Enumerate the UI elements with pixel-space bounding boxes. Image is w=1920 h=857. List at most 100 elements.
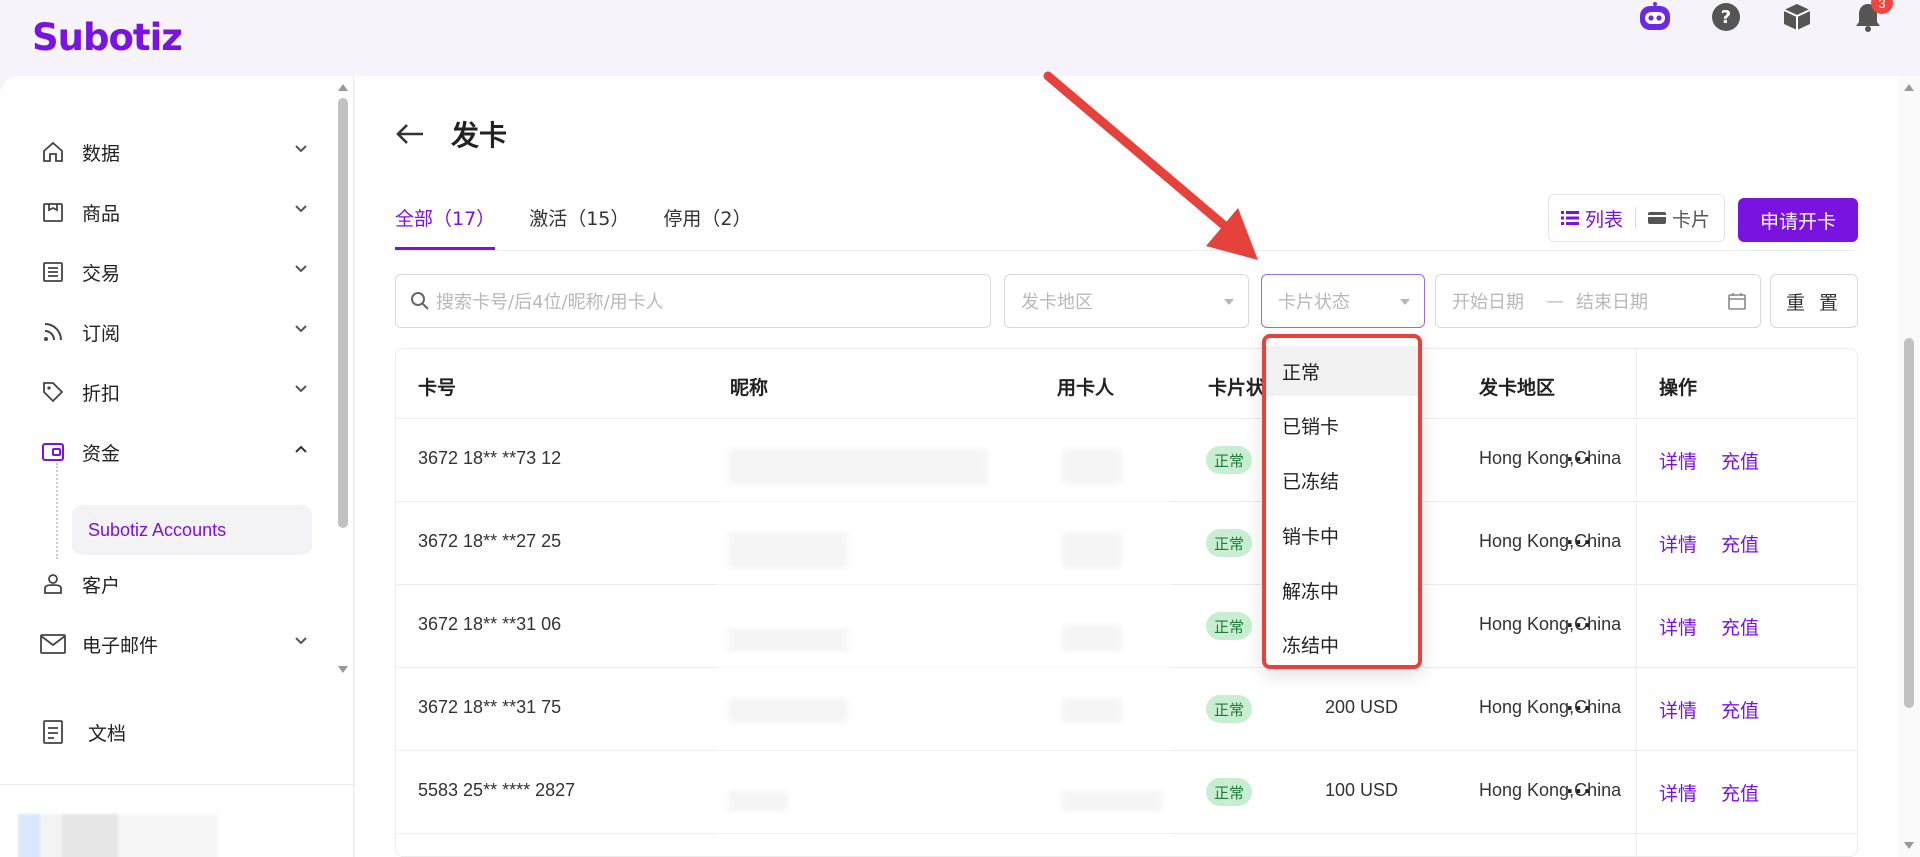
more-icon[interactable]: ··· [1566, 613, 1592, 637]
status-badge: 正常 [1206, 778, 1253, 806]
detail-link[interactable]: 详情 [1659, 613, 1697, 640]
user-icon [38, 569, 68, 599]
detail-link[interactable]: 详情 [1659, 447, 1697, 474]
svg-text:?: ? [1721, 7, 1731, 28]
chevron-down-icon [295, 205, 307, 213]
recharge-link[interactable]: 充值 [1721, 779, 1759, 806]
dropdown-option-freezing[interactable]: 冻结中 [1266, 619, 1418, 669]
top-bar: Subotiz ? 3 [0, 0, 1920, 76]
page-scrollbar[interactable] [1898, 76, 1920, 857]
chevron-down-icon [295, 265, 307, 273]
view-toggle: 列表 卡片 [1548, 194, 1725, 242]
status-badge: 正常 [1206, 529, 1253, 557]
date-range-picker[interactable]: 开始日期 — 结束日期 [1435, 274, 1761, 328]
tab-active[interactable]: 激活（15） [529, 204, 629, 250]
assistant-bot-icon[interactable] [1638, 0, 1672, 34]
header-nickname: 昵称 [730, 377, 769, 399]
sidebar-item-products[interactable]: 商品 [38, 190, 308, 234]
more-icon[interactable]: ··· [1566, 447, 1592, 471]
package-icon[interactable] [1780, 0, 1814, 34]
bell-icon[interactable]: 3 [1851, 0, 1893, 34]
page-scroll-thumb[interactable] [1904, 338, 1914, 708]
start-date-input[interactable]: 开始日期 [1452, 288, 1524, 314]
sidebar-item-discounts[interactable]: 折扣 [38, 370, 308, 414]
dropdown-option-cancelling[interactable]: 销卡中 [1266, 510, 1418, 560]
cell-region: Hong Kong,China [1479, 448, 1622, 468]
rss-icon [38, 317, 68, 347]
cell-region: Hong Kong,China [1479, 614, 1622, 634]
detail-link[interactable]: 详情 [1659, 779, 1697, 806]
cards-table: 卡号 昵称 用卡人 卡片状 发卡地区 操作 3672 18** **73 12 … [395, 348, 1858, 857]
chevron-up-icon [295, 445, 307, 453]
view-card-button[interactable]: 卡片 [1636, 195, 1722, 241]
user-profile-blurred[interactable] [18, 814, 218, 857]
sidebar-item-funds[interactable]: 资金 [38, 430, 308, 474]
sidebar-item-subscriptions[interactable]: 订阅 [38, 310, 308, 354]
sidebar-item-label: 资金 [82, 442, 121, 465]
cell-card-no: 3672 18** **31 06 [418, 614, 562, 634]
dropdown-option-normal[interactable]: 正常 [1266, 346, 1418, 396]
header-holder: 用卡人 [1057, 377, 1115, 399]
sidebar-item-label: 交易 [82, 262, 121, 285]
more-icon[interactable]: ··· [1566, 779, 1592, 803]
region-select[interactable]: 发卡地区 [1004, 274, 1249, 328]
dropdown-option-cancelled[interactable]: 已销卡 [1266, 400, 1418, 450]
search-icon [411, 292, 429, 310]
sidebar-scrollbar[interactable] [334, 76, 352, 681]
tab-all[interactable]: 全部（17） [395, 204, 496, 250]
card-view-icon [1648, 212, 1667, 224]
detail-link[interactable]: 详情 [1659, 696, 1697, 723]
recharge-link[interactable]: 充值 [1721, 530, 1759, 557]
page-header: 发卡 [395, 114, 507, 154]
header-card-no: 卡号 [418, 377, 457, 399]
mail-icon [38, 629, 68, 659]
tag-icon [38, 377, 68, 407]
search-input[interactable]: 搜索卡号/后4位/昵称/用卡人 [395, 274, 991, 328]
dropdown-option-unfreezing[interactable]: 解冻中 [1266, 565, 1418, 615]
reset-button[interactable]: 重 置 [1770, 274, 1858, 328]
sidebar-item-label: 数据 [82, 142, 121, 165]
list-view-icon [1561, 211, 1579, 225]
caret-down-icon [1224, 299, 1234, 305]
sidebar-scroll-thumb[interactable] [338, 98, 348, 528]
cell-region: Hong Kong,China [1479, 780, 1622, 800]
sidebar-item-email[interactable]: 电子邮件 [38, 622, 308, 666]
apply-card-button[interactable]: 申请开卡 [1738, 198, 1858, 242]
main-content: 发卡 全部（17） 激活（15） 停用（2） 列表 卡片 申请开卡 搜索卡号/后… [355, 76, 1898, 857]
recharge-link[interactable]: 充值 [1721, 613, 1759, 640]
detail-link[interactable]: 详情 [1659, 530, 1697, 557]
sidebar-item-docs[interactable]: 文档 [38, 712, 126, 752]
home-icon [38, 137, 68, 167]
docs-icon [38, 717, 68, 747]
cell-region: Hong Kong,China [1479, 697, 1622, 717]
view-list-button[interactable]: 列表 [1549, 195, 1635, 241]
header-region: 发卡地区 [1479, 377, 1556, 399]
sidebar-item-label: 电子邮件 [82, 634, 159, 657]
sidebar-item-transactions[interactable]: 交易 [38, 250, 308, 294]
header-ops: 操作 [1659, 377, 1698, 399]
back-arrow-icon[interactable] [395, 122, 425, 146]
sidebar: 数据 商品 交易 订阅 折扣 资金 Subotiz Accounts 客户 电子… [0, 76, 354, 857]
status-badge: 正常 [1206, 446, 1253, 474]
privacy-blur-overlay [716, 429, 1171, 856]
help-icon[interactable]: ? [1709, 0, 1743, 34]
dropdown-option-frozen[interactable]: 已冻结 [1266, 455, 1418, 505]
sidebar-item-label: 商品 [82, 202, 121, 225]
sidebar-item-data[interactable]: 数据 [38, 130, 308, 174]
more-icon[interactable]: ··· [1566, 530, 1592, 554]
more-icon[interactable]: ··· [1566, 696, 1592, 720]
end-date-input[interactable]: 结束日期 [1576, 288, 1648, 314]
cell-region: Hong Kong,China [1479, 531, 1622, 551]
sidebar-item-customers[interactable]: 客户 [38, 562, 308, 606]
store-icon [38, 197, 68, 227]
recharge-link[interactable]: 充值 [1721, 447, 1759, 474]
page-title: 发卡 [451, 119, 508, 152]
brand-logo[interactable]: Subotiz [32, 16, 183, 59]
submenu-guide-line [56, 463, 58, 559]
card-status-select[interactable]: 卡片状态 [1261, 274, 1425, 328]
sidebar-subitem-subotiz-accounts[interactable]: Subotiz Accounts [72, 505, 312, 555]
tab-disabled[interactable]: 停用（2） [663, 204, 751, 250]
recharge-link[interactable]: 充值 [1721, 696, 1759, 723]
cell-card-no: 5583 25** **** 2827 [418, 780, 576, 800]
chevron-down-icon [295, 385, 307, 393]
